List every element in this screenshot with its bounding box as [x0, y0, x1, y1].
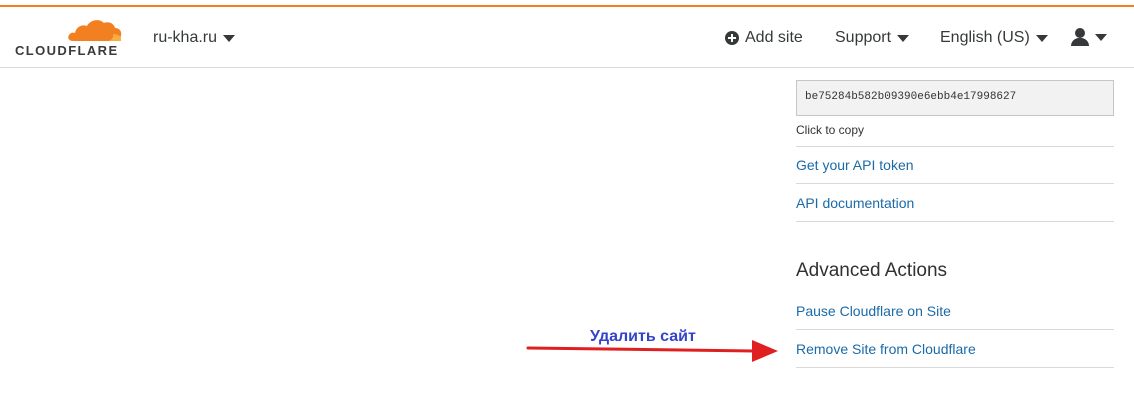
caret-down-icon [897, 34, 910, 42]
advanced-actions-heading: Advanced Actions [796, 260, 948, 281]
cloud-logo-icon [68, 20, 122, 41]
pause-cloudflare-link[interactable]: Pause Cloudflare on Site [796, 292, 1114, 330]
language-menu[interactable]: English (US) [940, 29, 1048, 47]
caret-down-icon [1035, 34, 1048, 42]
api-key-field[interactable]: be75284b582b09390e6ebb4e17998627 [796, 80, 1114, 116]
copy-hint: Click to copy [796, 123, 865, 137]
site-selector[interactable]: ru-kha.ru [153, 29, 236, 47]
get-api-token-link[interactable]: Get your API token [796, 146, 1114, 184]
logo-wordmark: CLOUDFLARE [15, 43, 119, 58]
cloudflare-logo[interactable]: CLOUDFLARE [15, 17, 123, 59]
remove-site-link[interactable]: Remove Site from Cloudflare [796, 330, 1114, 368]
red-arrow-icon [526, 340, 778, 362]
caret-down-icon [223, 34, 236, 42]
support-menu[interactable]: Support [835, 29, 910, 47]
top-navbar: CLOUDFLARE ru-kha.ru Add site Support En… [0, 7, 1134, 68]
api-documentation-link[interactable]: API documentation [796, 184, 1114, 222]
user-icon [1071, 28, 1089, 46]
plus-circle-icon [725, 31, 739, 45]
language-label: English (US) [940, 29, 1030, 46]
user-menu[interactable] [1071, 28, 1107, 46]
support-label: Support [835, 29, 892, 46]
top-accent-strip [0, 0, 1134, 7]
add-site-button[interactable]: Add site [725, 29, 803, 47]
add-site-label: Add site [745, 29, 803, 46]
caret-down-icon [1095, 33, 1107, 41]
site-selector-label: ru-kha.ru [153, 29, 218, 46]
